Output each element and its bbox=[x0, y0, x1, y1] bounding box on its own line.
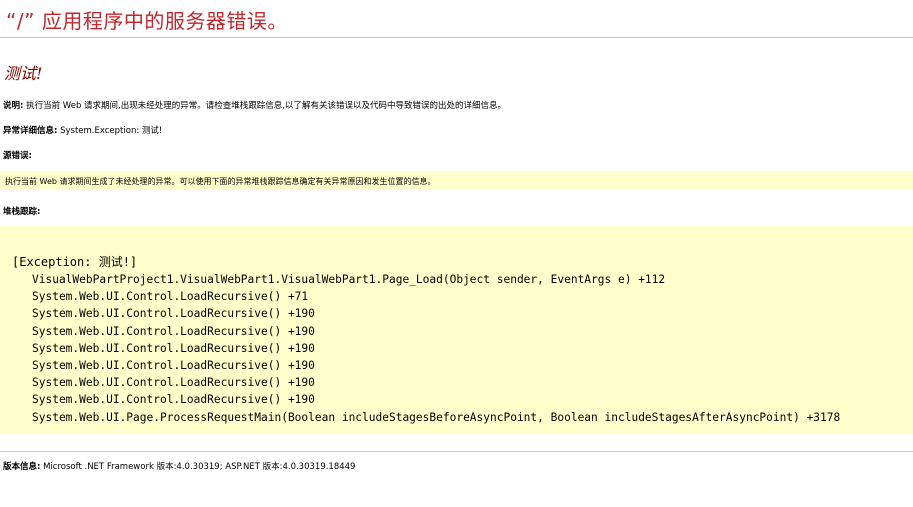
error-message: 测试! bbox=[4, 64, 43, 83]
source-error-label: 源错误: bbox=[3, 151, 32, 161]
exception-details: 异常详细信息: System.Exception: 测试! bbox=[3, 124, 162, 136]
stack-frame: System.Web.UI.Control.LoadRecursive() +1… bbox=[32, 376, 315, 390]
version-text: Microsoft .NET Framework 版本:4.0.30319; A… bbox=[43, 462, 356, 472]
version-info: 版本信息: Microsoft .NET Framework 版本:4.0.30… bbox=[3, 460, 355, 472]
source-error-text: 执行当前 Web 请求期间生成了未经处理的异常。可以使用下面的异常堆栈跟踪信息确… bbox=[5, 177, 436, 186]
version-label: 版本信息: bbox=[3, 462, 41, 472]
stack-frame: VisualWebPartProject1.VisualWebPart1.Vis… bbox=[32, 273, 666, 286]
exception-details-label: 异常详细信息: bbox=[3, 126, 58, 136]
error-description: 说明: 执行当前 Web 请求期间,出现未经处理的异常。请检查堆栈跟踪信息,以了… bbox=[3, 99, 506, 111]
source-error-heading: 源错误: bbox=[3, 149, 32, 161]
page-header: “/” 应用程序中的服务器错误。 bbox=[0, 0, 913, 38]
stack-frame: System.Web.UI.Page.ProcessRequestMain(Bo… bbox=[32, 410, 841, 424]
page-title: “/” 应用程序中的服务器错误。 bbox=[6, 9, 288, 33]
stack-frame: System.Web.UI.Control.LoadRecursive() +1… bbox=[32, 341, 315, 355]
description-text: 执行当前 Web 请求期间,出现未经处理的异常。请检查堆栈跟踪信息,以了解有关该… bbox=[26, 101, 506, 111]
stack-frame: System.Web.UI.Control.LoadRecursive() +7… bbox=[32, 290, 309, 304]
header-divider bbox=[0, 37, 913, 38]
source-error-box: 执行当前 Web 请求期间生成了未经处理的异常。可以使用下面的异常堆栈跟踪信息确… bbox=[0, 171, 913, 190]
stack-frame-list: VisualWebPartProject1.VisualWebPart1.Vis… bbox=[32, 271, 840, 426]
description-label: 说明: bbox=[3, 101, 24, 111]
stack-trace-box[interactable]: [Exception: 测试!] VisualWebPartProject1.V… bbox=[0, 226, 913, 434]
stack-exception: [Exception: 测试!] bbox=[12, 255, 138, 269]
exception-details-text: System.Exception: 测试! bbox=[60, 126, 163, 136]
stack-frame: System.Web.UI.Control.LoadRecursive() +1… bbox=[32, 358, 315, 372]
stack-trace-label: 堆栈跟踪: bbox=[3, 207, 41, 217]
stack-trace-heading: 堆栈跟踪: bbox=[3, 205, 40, 217]
stack-frame: System.Web.UI.Control.LoadRecursive() +1… bbox=[32, 393, 315, 407]
footer-divider bbox=[0, 451, 913, 452]
stack-frame: System.Web.UI.Control.LoadRecursive() +1… bbox=[32, 307, 315, 321]
stack-frame: System.Web.UI.Control.LoadRecursive() +1… bbox=[32, 324, 315, 338]
